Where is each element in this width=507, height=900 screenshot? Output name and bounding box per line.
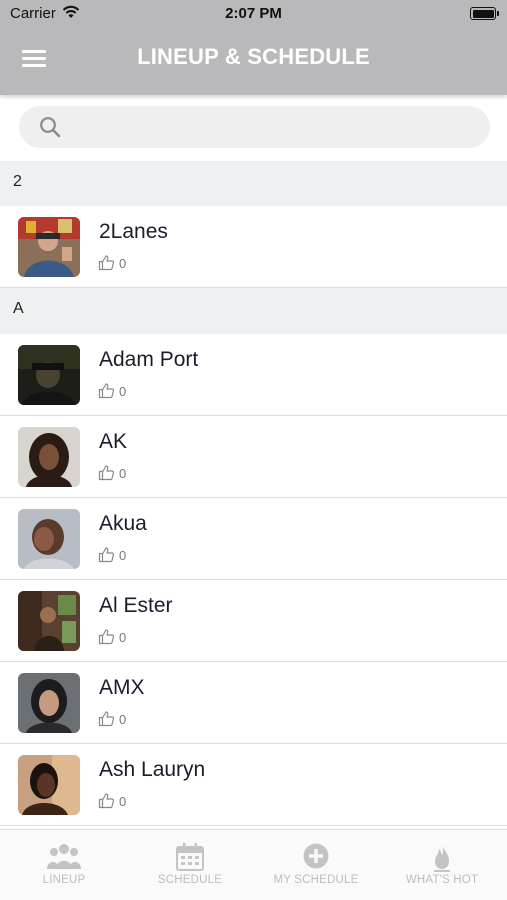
tab-schedule[interactable]: SCHEDULE — [127, 830, 253, 900]
tab-label: WHAT'S HOT — [405, 874, 479, 886]
artist-row-akua[interactable]: Akua 0 — [0, 498, 507, 580]
like-count: 0 — [119, 712, 127, 727]
artist-name: AMX — [99, 676, 145, 699]
plus-circle-icon — [303, 843, 329, 869]
tab-label: LINEUP — [42, 874, 86, 886]
thumbs-up-icon — [98, 629, 115, 645]
like-count: 0 — [119, 384, 127, 399]
thumbs-up-icon — [98, 547, 115, 563]
thumbs-up-icon — [98, 383, 115, 399]
artist-row-ak[interactable]: AK 0 — [0, 416, 507, 498]
battery-icon — [470, 7, 499, 20]
artist-name: Adam Port — [99, 348, 199, 371]
search-input[interactable] — [75, 114, 475, 140]
like-count: 0 — [119, 256, 127, 271]
section-letter: 2 — [13, 173, 22, 190]
artist-name: Akua — [99, 512, 147, 535]
flame-icon — [434, 844, 450, 872]
top-bar: Carrier 2:07 PM LINEUP & SCHEDULE — [0, 0, 507, 95]
thumbs-up-icon — [98, 465, 115, 481]
search-bar[interactable] — [19, 106, 490, 148]
artist-name: Al Ester — [99, 594, 173, 617]
tab-my-schedule[interactable]: MY SCHEDULE — [253, 830, 379, 900]
artist-avatar — [18, 673, 80, 733]
artist-name: AK — [99, 430, 128, 453]
like-count: 0 — [119, 794, 127, 809]
artist-avatar — [18, 591, 80, 651]
artist-row-adam-port[interactable]: Adam Port 0 — [0, 334, 507, 416]
artist-name: Ash Lauryn — [99, 758, 206, 781]
status-bar: Carrier 2:07 PM — [0, 0, 507, 28]
status-time: 2:07 PM — [225, 5, 282, 22]
calendar-icon — [176, 843, 204, 871]
search-icon — [40, 117, 61, 138]
artist-name: 2Lanes — [99, 220, 168, 243]
thumbs-up-icon — [98, 793, 115, 809]
section-header-2: 2 — [0, 161, 507, 207]
thumbs-up-icon — [98, 711, 115, 727]
artist-row-ash-lauryn[interactable]: Ash Lauryn 0 — [0, 744, 507, 826]
tab-label: MY SCHEDULE — [273, 874, 359, 886]
tab-whats-hot[interactable]: WHAT'S HOT — [379, 830, 505, 900]
like-count: 0 — [119, 548, 127, 563]
section-header-a: A — [0, 288, 507, 334]
tab-label: SCHEDULE — [157, 874, 223, 886]
artist-row-amx[interactable]: AMX 0 — [0, 662, 507, 744]
artist-avatar — [18, 217, 80, 277]
artist-avatar — [18, 509, 80, 569]
tab-bar: LINEUP SCHEDULE MY SCHEDULE WHAT'S HOT — [0, 829, 507, 900]
artist-avatar — [18, 427, 80, 487]
artist-row-al-ester[interactable]: Al Ester 0 — [0, 580, 507, 662]
section-letter: A — [13, 300, 24, 317]
people-icon — [47, 844, 81, 869]
artist-avatar — [18, 755, 80, 815]
like-count: 0 — [119, 630, 127, 645]
like-count: 0 — [119, 466, 127, 481]
artist-row-2lanes[interactable]: 2Lanes 0 — [0, 206, 507, 288]
tab-lineup[interactable]: LINEUP — [1, 830, 127, 900]
artist-avatar — [18, 345, 80, 405]
page-title: LINEUP & SCHEDULE — [137, 44, 370, 69]
thumbs-up-icon — [98, 255, 115, 271]
